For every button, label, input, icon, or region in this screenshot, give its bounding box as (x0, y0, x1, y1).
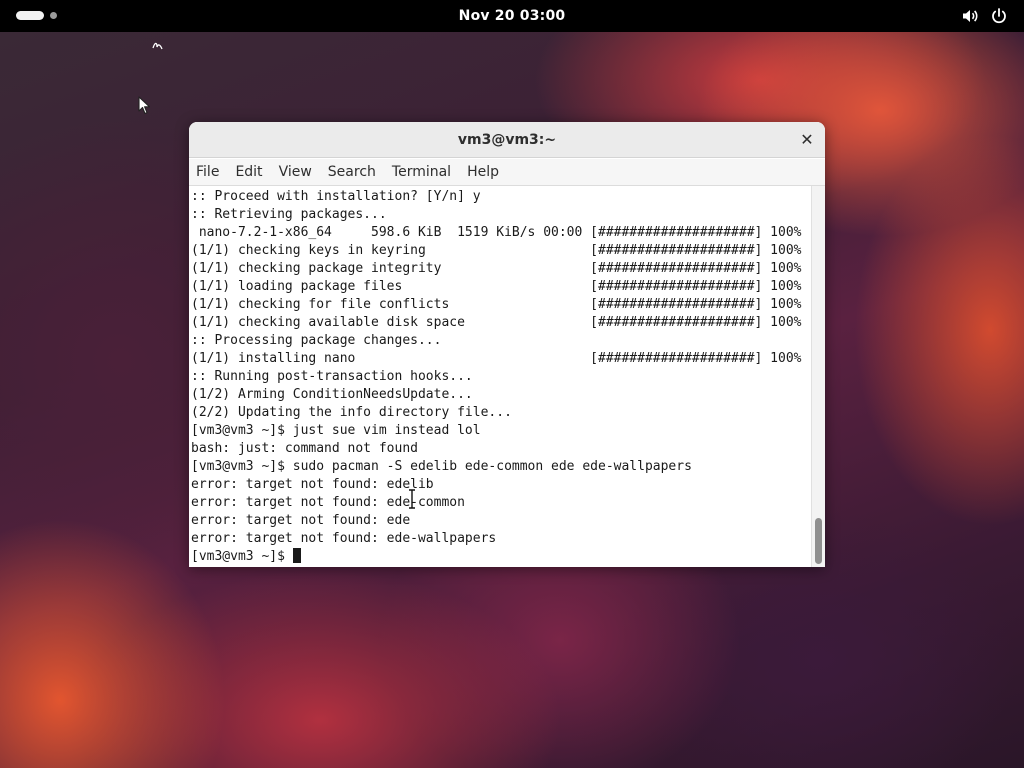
terminal-output[interactable]: :: Proceed with installation? [Y/n] y ::… (189, 186, 811, 567)
power-icon[interactable] (989, 6, 1009, 26)
menu-file[interactable]: File (196, 159, 219, 186)
close-button[interactable]: ✕ (797, 130, 817, 150)
terminal-line: error: target not found: ede-common (191, 495, 465, 510)
terminal-line: (1/1) installing nano [#################… (191, 351, 802, 366)
terminal-line: [vm3@vm3 ~]$ just sue vim instead lol (191, 423, 481, 438)
window-title: vm3@vm3:~ (457, 132, 557, 148)
menu-edit[interactable]: Edit (235, 159, 262, 186)
ibeam-cursor-icon (409, 489, 415, 509)
terminal-line: (1/1) checking package integrity [######… (191, 261, 802, 276)
terminal-line: error: target not found: edelib (191, 477, 434, 492)
terminal-line: :: Retrieving packages... (191, 207, 387, 222)
terminal-line: (2/2) Updating the info directory file..… (191, 405, 512, 420)
close-icon: ✕ (800, 130, 814, 149)
terminal-line: (1/2) Arming ConditionNeedsUpdate... (191, 387, 473, 402)
terminal-line: :: Proceed with installation? [Y/n] y (191, 189, 481, 204)
terminal-prompt-line[interactable]: [vm3@vm3 ~]$ (191, 548, 811, 566)
mouse-pointer-icon (138, 96, 151, 115)
terminal-line: :: Processing package changes... (191, 333, 442, 348)
terminal-line: nano-7.2-1-x86_64 598.6 KiB 1519 KiB/s 0… (191, 225, 802, 240)
clock[interactable]: Nov 20 03:00 (0, 0, 1024, 32)
terminal-line: :: Running post-transaction hooks... (191, 369, 473, 384)
window-titlebar[interactable]: vm3@vm3:~ ✕ (189, 122, 825, 158)
menu-help[interactable]: Help (467, 159, 499, 186)
menu-bar: File Edit View Search Terminal Help (189, 159, 825, 186)
terminal-scrollbar[interactable] (811, 186, 825, 567)
terminal-line: (1/1) loading package files [###########… (191, 279, 802, 294)
terminal-line: error: target not found: ede (191, 513, 411, 528)
scrollbar-thumb[interactable] (815, 518, 822, 564)
volume-icon[interactable] (960, 6, 980, 26)
terminal-line: (1/1) checking keys in keyring [########… (191, 243, 802, 258)
terminal-line: error: target not found: ede-wallpapers (191, 531, 497, 546)
terminal-line: (1/1) checking for file conflicts [#####… (191, 297, 802, 312)
terminal-prompt: [vm3@vm3 ~]$ (191, 549, 293, 564)
terminal-line: bash: just: command not found (191, 441, 418, 456)
text-cursor (292, 548, 301, 563)
terminal-line: (1/1) checking available disk space [###… (191, 315, 802, 330)
menu-terminal[interactable]: Terminal (392, 159, 451, 186)
menu-search[interactable]: Search (328, 159, 376, 186)
menu-view[interactable]: View (279, 159, 312, 186)
terminal-window[interactable]: vm3@vm3:~ ✕ File Edit View Search Termin… (189, 122, 825, 567)
top-bar: Nov 20 03:00 (0, 0, 1024, 32)
cursor-artifact-icon (152, 42, 163, 50)
terminal-line: [vm3@vm3 ~]$ sudo pacman -S edelib ede-c… (191, 459, 692, 474)
